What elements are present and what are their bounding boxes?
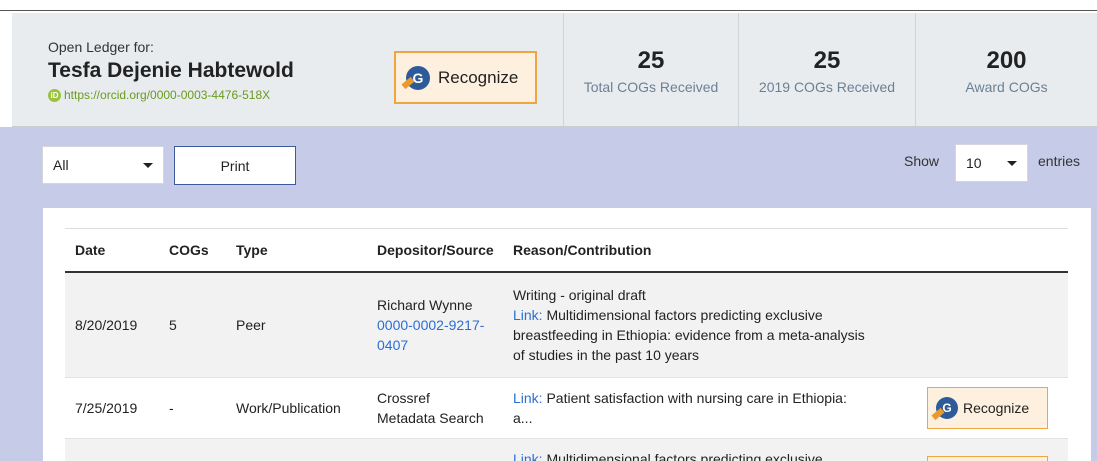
- reason-work: Link: Multidimensional factors predictin…: [513, 305, 923, 325]
- orcid-icon: iD: [48, 88, 61, 102]
- entries-label: entries: [1038, 153, 1081, 169]
- stat-value: 200: [986, 47, 1027, 74]
- entries-select[interactable]: 10: [955, 144, 1028, 182]
- chevron-down-icon: [1007, 161, 1017, 166]
- recognize-icon: G: [401, 64, 432, 92]
- reason-title: Multidimensional factors predicting excl…: [542, 307, 823, 323]
- ledger-table: Date COGs Type Depositor/Source Reason/C…: [65, 228, 1068, 461]
- filter-select[interactable]: All: [42, 146, 164, 184]
- reason-title: Multidimensional factors predicting excl…: [542, 451, 823, 461]
- column-header-date[interactable]: Date: [65, 242, 165, 258]
- ledger-panel: Date COGs Type Depositor/Source Reason/C…: [43, 208, 1091, 461]
- entries-value: 10: [966, 155, 982, 171]
- cell-type: Peer: [236, 317, 266, 333]
- stat-total-cogs: 25 Total COGs Received: [564, 13, 739, 126]
- table-header: Date COGs Type Depositor/Source Reason/C…: [65, 228, 1068, 273]
- stat-award-cogs: 200 Award COGs: [916, 13, 1097, 126]
- depositor-line: Metadata Search: [377, 410, 484, 426]
- reason-link[interactable]: Link:: [513, 390, 543, 406]
- row-recognize-button[interactable]: [927, 456, 1048, 461]
- cell-date: 7/25/2019: [75, 400, 138, 416]
- stat-label: Total COGs Received: [583, 79, 719, 95]
- reason-work: Link: Patient satisfaction with nursing …: [513, 388, 923, 408]
- table-row: 7/25/2019 - Work/Publication Crossref Me…: [65, 378, 1068, 439]
- reason-link[interactable]: Link:: [513, 307, 543, 323]
- cell-reason: Writing - original draft Link: Multidime…: [513, 285, 923, 365]
- column-header-type[interactable]: Type: [228, 242, 369, 258]
- cell-reason: Link: Multidimensional factors predictin…: [513, 449, 923, 461]
- print-button[interactable]: Print: [174, 146, 296, 185]
- stat-2019-cogs: 25 2019 COGs Received: [739, 13, 916, 126]
- top-border: [0, 0, 1097, 11]
- recognize-label: Recognize: [963, 400, 1030, 416]
- reason-title-cont: of studies in the past 10 years: [513, 347, 699, 363]
- stat-label: 2019 COGs Received: [758, 79, 896, 95]
- cell-cogs: 5: [169, 317, 177, 333]
- depositor-orcid-part1[interactable]: 0000-0002-9217-: [377, 315, 513, 335]
- cell-type: Work/Publication: [236, 400, 341, 416]
- depositor-orcid-link[interactable]: 0000-0002-9217- 0407: [377, 315, 513, 355]
- stat-value: 25: [813, 47, 841, 74]
- column-header-depositor[interactable]: Depositor/Source: [369, 242, 513, 258]
- stat-label: Award COGs: [965, 79, 1048, 95]
- depositor-orcid-part2[interactable]: 0407: [377, 335, 513, 355]
- filter-value: All: [53, 157, 69, 173]
- orcid-url[interactable]: https://orcid.org/0000-0003-4476-518X: [64, 88, 270, 102]
- recognize-icon: G: [931, 395, 960, 421]
- table-row: Link: Multidimensional factors predictin…: [65, 439, 1068, 461]
- reason-title-cont: a...: [513, 410, 533, 426]
- cell-action: [923, 439, 1068, 461]
- stat-value: 25: [637, 47, 665, 74]
- reason-role: Writing - original draft: [513, 287, 646, 303]
- row-recognize-button[interactable]: G Recognize: [927, 387, 1048, 429]
- cell-reason: Link: Patient satisfaction with nursing …: [513, 388, 923, 428]
- depositor-name: Richard Wynne: [377, 297, 473, 313]
- column-header-cogs[interactable]: COGs: [165, 242, 228, 258]
- recognize-button[interactable]: G Recognize: [394, 51, 537, 104]
- cell-date: 8/20/2019: [75, 317, 138, 333]
- recognize-label: Recognize: [438, 67, 519, 87]
- cell-cogs: -: [169, 400, 174, 416]
- ledger-header: Open Ledger for: Tesfa Dejenie Habtewold…: [12, 13, 1097, 127]
- reason-title-cont: breastfeeding in Ethiopia: evidence from…: [513, 327, 865, 343]
- cell-depositor: Richard Wynne 0000-0002-9217- 0407: [369, 295, 513, 355]
- owner-block: Open Ledger for: Tesfa Dejenie Habtewold…: [12, 13, 564, 126]
- depositor-line: Crossref: [377, 390, 430, 406]
- column-header-reason[interactable]: Reason/Contribution: [513, 242, 923, 258]
- reason-link[interactable]: Link:: [513, 451, 543, 461]
- table-row: 8/20/2019 5 Peer Richard Wynne 0000-0002…: [65, 273, 1068, 378]
- reason-title: Patient satisfaction with nursing care i…: [542, 390, 847, 406]
- chevron-down-icon: [143, 163, 153, 168]
- show-label: Show: [904, 153, 940, 169]
- cell-action: G Recognize: [923, 387, 1068, 429]
- cell-depositor: Crossref Metadata Search: [369, 388, 513, 428]
